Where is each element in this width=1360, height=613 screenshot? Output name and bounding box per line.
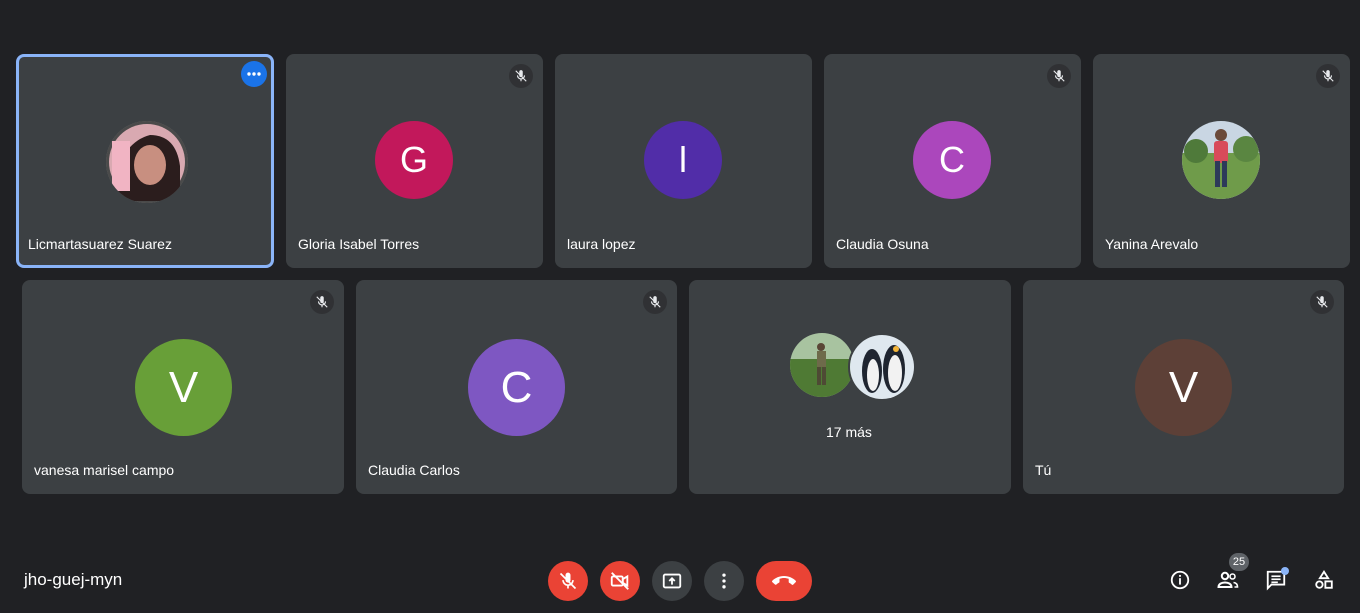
- participant-name: laura lopez: [567, 236, 636, 252]
- info-icon: [1170, 570, 1190, 590]
- call-end-icon: [772, 576, 796, 585]
- participant-tile[interactable]: V Tú: [1023, 280, 1344, 494]
- participant-tile[interactable]: l laura lopez: [555, 54, 812, 268]
- mic-off-icon: [1316, 64, 1340, 88]
- present-screen-button[interactable]: [652, 561, 692, 601]
- participant-avatar: C: [913, 121, 991, 199]
- people-icon: [1217, 571, 1239, 588]
- mic-off-icon: [559, 572, 577, 590]
- participant-photo: [106, 121, 188, 203]
- participant-name: vanesa marisel campo: [34, 462, 175, 478]
- participant-tile[interactable]: Licmartasuarez Suarez: [16, 54, 274, 268]
- mic-off-icon: [1310, 290, 1334, 314]
- more-vert-icon: [722, 573, 726, 589]
- self-avatar: V: [1135, 339, 1232, 436]
- overflow-avatar: [790, 333, 854, 397]
- mic-off-icon: [1047, 64, 1071, 88]
- participant-name: Gloria Isabel Torres: [298, 236, 420, 252]
- camera-toggle-button[interactable]: [600, 561, 640, 601]
- activities-button[interactable]: [1312, 568, 1336, 592]
- participant-name: Licmartasuarez Suarez: [28, 236, 172, 252]
- participant-name: Tú: [1035, 462, 1052, 478]
- more-options-button[interactable]: [241, 61, 267, 87]
- participant-name: Claudia Carlos: [368, 462, 460, 478]
- participant-tile[interactable]: C Claudia Osuna: [824, 54, 1081, 268]
- meeting-code: jho-guej-myn: [24, 570, 123, 589]
- mic-off-icon: [310, 290, 334, 314]
- activities-icon: [1315, 570, 1333, 589]
- more-options-button[interactable]: [704, 561, 744, 601]
- participant-avatar: l: [644, 121, 722, 199]
- videocam-off-icon: [610, 572, 629, 590]
- overflow-tile[interactable]: 17 más: [689, 280, 1011, 494]
- participant-photo: [1182, 121, 1260, 199]
- mic-off-icon: [643, 290, 667, 314]
- participant-tile[interactable]: G Gloria Isabel Torres: [286, 54, 543, 268]
- mic-off-icon: [509, 64, 533, 88]
- meeting-details-button[interactable]: [1168, 568, 1192, 592]
- participant-name: Claudia Osuna: [836, 236, 929, 252]
- overflow-count: 17 más: [826, 424, 872, 440]
- participant-name: Yanina Arevalo: [1105, 236, 1199, 252]
- people-count-badge: 25: [1229, 553, 1249, 571]
- present-screen-icon: [662, 573, 682, 589]
- more-horiz-icon: [247, 72, 261, 76]
- participant-avatar: V: [135, 339, 232, 436]
- mic-toggle-button[interactable]: [548, 561, 588, 601]
- participant-tile[interactable]: V vanesa marisel campo: [22, 280, 344, 494]
- overflow-avatar: [848, 333, 916, 401]
- participant-tile[interactable]: C Claudia Carlos: [356, 280, 677, 494]
- participant-avatar: C: [468, 339, 565, 436]
- participant-tile[interactable]: Yanina Arevalo: [1093, 54, 1350, 268]
- chat-unread-indicator: [1281, 567, 1289, 575]
- leave-call-button[interactable]: [756, 561, 812, 601]
- participant-avatar: G: [375, 121, 453, 199]
- people-button[interactable]: [1216, 568, 1240, 592]
